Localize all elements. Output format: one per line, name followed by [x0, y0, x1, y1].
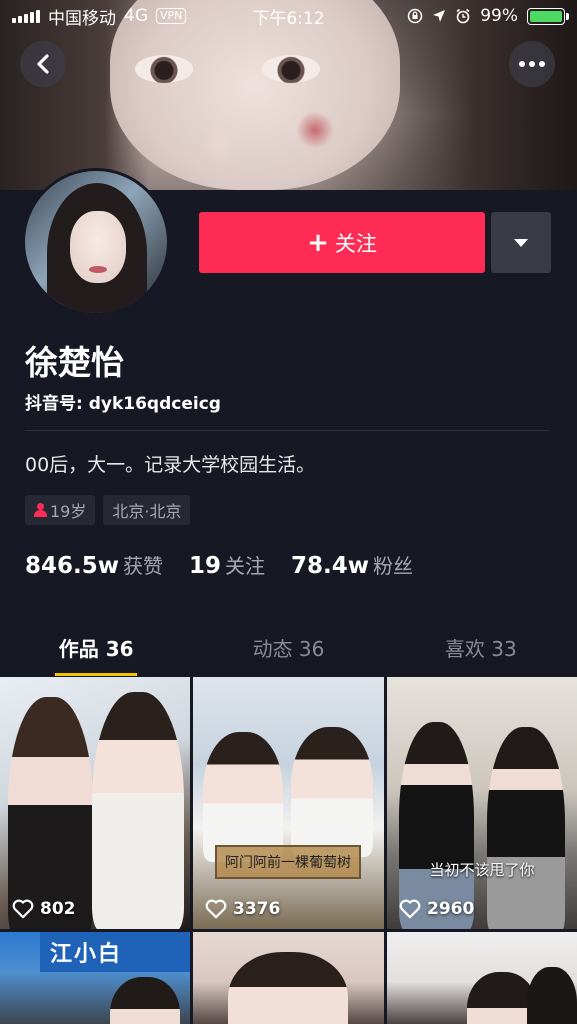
carrier-label: 中国移动 [48, 8, 116, 29]
likes-stat[interactable]: 846.5w 获赞 [25, 550, 163, 579]
video-subtitle: 当初不该甩了你 [429, 861, 535, 879]
heart-icon [399, 899, 421, 919]
follow-button[interactable]: + 关注 [199, 212, 485, 273]
more-dots-icon [519, 61, 545, 67]
heart-icon [205, 899, 227, 919]
heart-icon [12, 899, 34, 919]
followers-stat[interactable]: 78.4w 粉丝 [291, 550, 413, 579]
video-thumbnail[interactable]: 阿门阿前一棵葡萄树 3376 [193, 677, 384, 929]
location-icon [433, 10, 446, 22]
video-likes-count: 3376 [233, 899, 281, 919]
avatar[interactable] [22, 168, 170, 316]
video-thumbnail[interactable]: 江小白 [0, 932, 190, 1024]
back-arrow-icon [37, 54, 49, 74]
followers-count: 78.4w [291, 553, 370, 579]
video-likes: 2960 [399, 899, 474, 919]
status-bar: 中国移动 4G VPN 下午6:12 99% [0, 0, 577, 32]
recommend-dropdown-button[interactable] [491, 212, 551, 273]
video-thumbnail[interactable]: 802 [0, 677, 190, 929]
person-icon [34, 503, 47, 517]
alarm-icon [456, 8, 470, 24]
network-label: 4G [124, 6, 148, 26]
lock-rotation-icon [407, 8, 423, 24]
video-likes-count: 2960 [427, 899, 475, 919]
signal-icon [12, 9, 40, 23]
video-likes: 3376 [205, 899, 280, 919]
tab-works[interactable]: 作品 36 [0, 618, 192, 676]
profile-tabs: 作品 36 动态 36 喜欢 33 [0, 618, 577, 676]
plus-icon: + [307, 227, 329, 258]
following-count: 19 [189, 553, 222, 579]
douyin-id: 抖音号: dyk16qdceicg [25, 394, 221, 414]
video-thumbnail[interactable] [387, 932, 577, 1024]
location-tag: 北京·北京 [103, 495, 191, 525]
location-label: 北京·北京 [112, 502, 182, 521]
shop-sign: 江小白 [40, 932, 190, 972]
video-thumbnail[interactable] [193, 932, 384, 1024]
age-tag: 19岁 [25, 495, 96, 525]
profile-bio: 00后，大一。记录大学校园生活。 [25, 454, 316, 476]
battery-percent: 99% [480, 6, 518, 26]
dropdown-triangle-icon [514, 238, 528, 247]
following-stat[interactable]: 19 关注 [189, 550, 265, 579]
followers-label: 粉丝 [373, 554, 414, 578]
video-likes: 802 [12, 899, 76, 919]
divider [25, 430, 550, 431]
tab-dynamics[interactable]: 动态 36 [192, 618, 384, 676]
likes-label: 获赞 [123, 554, 163, 578]
tab-likes[interactable]: 喜欢 33 [385, 618, 577, 676]
back-button[interactable] [20, 41, 66, 87]
video-subtitle: 阿门阿前一棵葡萄树 [215, 845, 361, 879]
profile-tags: 19岁 北京·北京 [25, 495, 191, 525]
video-likes-count: 802 [40, 899, 76, 919]
battery-icon [527, 7, 569, 25]
likes-count: 846.5w [25, 553, 119, 579]
following-label: 关注 [225, 554, 266, 578]
profile-name: 徐楚怡 [25, 343, 124, 382]
more-button[interactable] [509, 41, 555, 87]
video-grid: 802 阿门阿前一棵葡萄树 3376 当初不该甩了你 2960 江小白 [0, 677, 577, 1024]
profile-stats: 846.5w 获赞 19 关注 78.4w 粉丝 [25, 550, 413, 579]
video-thumbnail[interactable]: 当初不该甩了你 2960 [387, 677, 577, 929]
follow-label: 关注 [334, 231, 377, 256]
age-label: 19岁 [50, 502, 87, 521]
vpn-badge: VPN [156, 8, 187, 24]
